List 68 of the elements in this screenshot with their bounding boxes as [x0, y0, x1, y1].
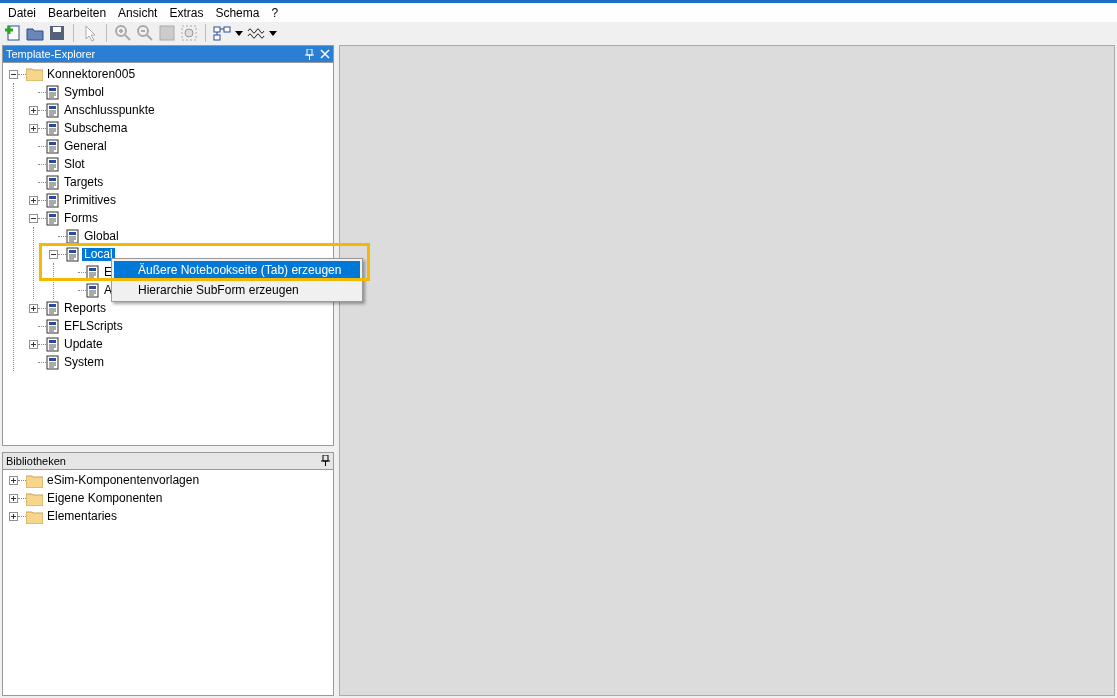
form-icon	[46, 318, 60, 334]
menu-item[interactable]: Datei	[2, 5, 42, 20]
menu-item[interactable]: Extras	[163, 5, 210, 20]
tree-item[interactable]: Slot	[62, 157, 87, 171]
form-icon	[66, 246, 80, 262]
expand-icon[interactable]	[29, 195, 38, 205]
folder-icon	[26, 509, 43, 524]
pin-icon[interactable]	[321, 455, 330, 467]
expand-icon[interactable]	[9, 476, 18, 486]
tree-item[interactable]: Forms	[62, 211, 100, 225]
tree-item[interactable]: System	[62, 355, 106, 369]
tree-item[interactable]: Subschema	[62, 121, 130, 135]
expand-icon[interactable]	[29, 123, 38, 133]
folder-icon	[26, 491, 43, 506]
dropdown-caret-icon[interactable]	[269, 30, 277, 36]
menu-item[interactable]: Schema	[209, 5, 266, 20]
collapse-icon[interactable]	[49, 249, 58, 259]
menu-item[interactable]: Bearbeiten	[42, 5, 113, 20]
tree-item[interactable]: Primitives	[62, 193, 118, 207]
expand-icon[interactable]	[9, 494, 18, 504]
menu-item[interactable]: Äußere Notebookseite (Tab) erzeugen	[114, 261, 360, 279]
form-icon	[46, 102, 60, 118]
tree-item[interactable]: Targets	[62, 175, 106, 189]
expand-icon[interactable]	[9, 512, 18, 522]
tree-item[interactable]: A	[102, 283, 114, 297]
tree-item[interactable]: Anschlusspunkte	[62, 103, 157, 117]
tree-item[interactable]: Global	[82, 229, 121, 243]
tree-item[interactable]: Update	[62, 337, 105, 351]
new-file-icon[interactable]	[4, 24, 22, 42]
close-icon[interactable]	[320, 48, 330, 59]
form-icon	[46, 210, 60, 226]
panel-title: Bibliotheken	[6, 454, 66, 467]
tree-item[interactable]: Local	[82, 247, 115, 261]
form-icon	[46, 138, 60, 154]
expand-icon[interactable]	[29, 105, 38, 115]
form-icon	[46, 336, 60, 352]
panel-title: Template-Explorer	[6, 48, 96, 60]
form-icon	[46, 174, 60, 190]
form-icon	[46, 300, 60, 316]
folder-icon	[26, 67, 43, 81]
expand-icon[interactable]	[29, 339, 38, 349]
form-icon	[86, 264, 100, 280]
connector-icon[interactable]	[213, 24, 231, 42]
menu-item[interactable]: Hierarchie SubForm erzeugen	[114, 281, 360, 299]
tree-item[interactable]: EFLScripts	[62, 319, 125, 333]
collapse-icon[interactable]	[9, 69, 18, 79]
tree-item[interactable]: E	[102, 265, 114, 279]
form-icon	[66, 228, 80, 244]
tree-item[interactable]: eSim-Komponentenvorlagen	[45, 474, 202, 488]
dropdown-caret-icon[interactable]	[235, 30, 243, 36]
tree-item[interactable]: Konnektoren005	[45, 67, 138, 81]
tree-item[interactable]: General	[62, 139, 109, 153]
tree-item[interactable]: Symbol	[62, 85, 106, 99]
form-icon	[46, 156, 60, 172]
form-icon	[46, 192, 60, 208]
form-icon	[46, 120, 60, 136]
menu-item[interactable]: ?	[265, 5, 285, 20]
save-icon[interactable]	[48, 24, 66, 42]
menu-item[interactable]: Ansicht	[112, 5, 164, 20]
expand-icon[interactable]	[29, 303, 38, 313]
form-icon	[46, 84, 60, 100]
form-icon	[46, 354, 60, 370]
form-icon	[86, 282, 100, 298]
tree-item[interactable]: Elementaries	[45, 510, 120, 524]
tree-item[interactable]: Reports	[62, 301, 109, 315]
folder-icon	[26, 473, 43, 488]
collapse-icon[interactable]	[29, 213, 38, 223]
tree-item[interactable]: Eigene Komponenten	[45, 492, 165, 506]
